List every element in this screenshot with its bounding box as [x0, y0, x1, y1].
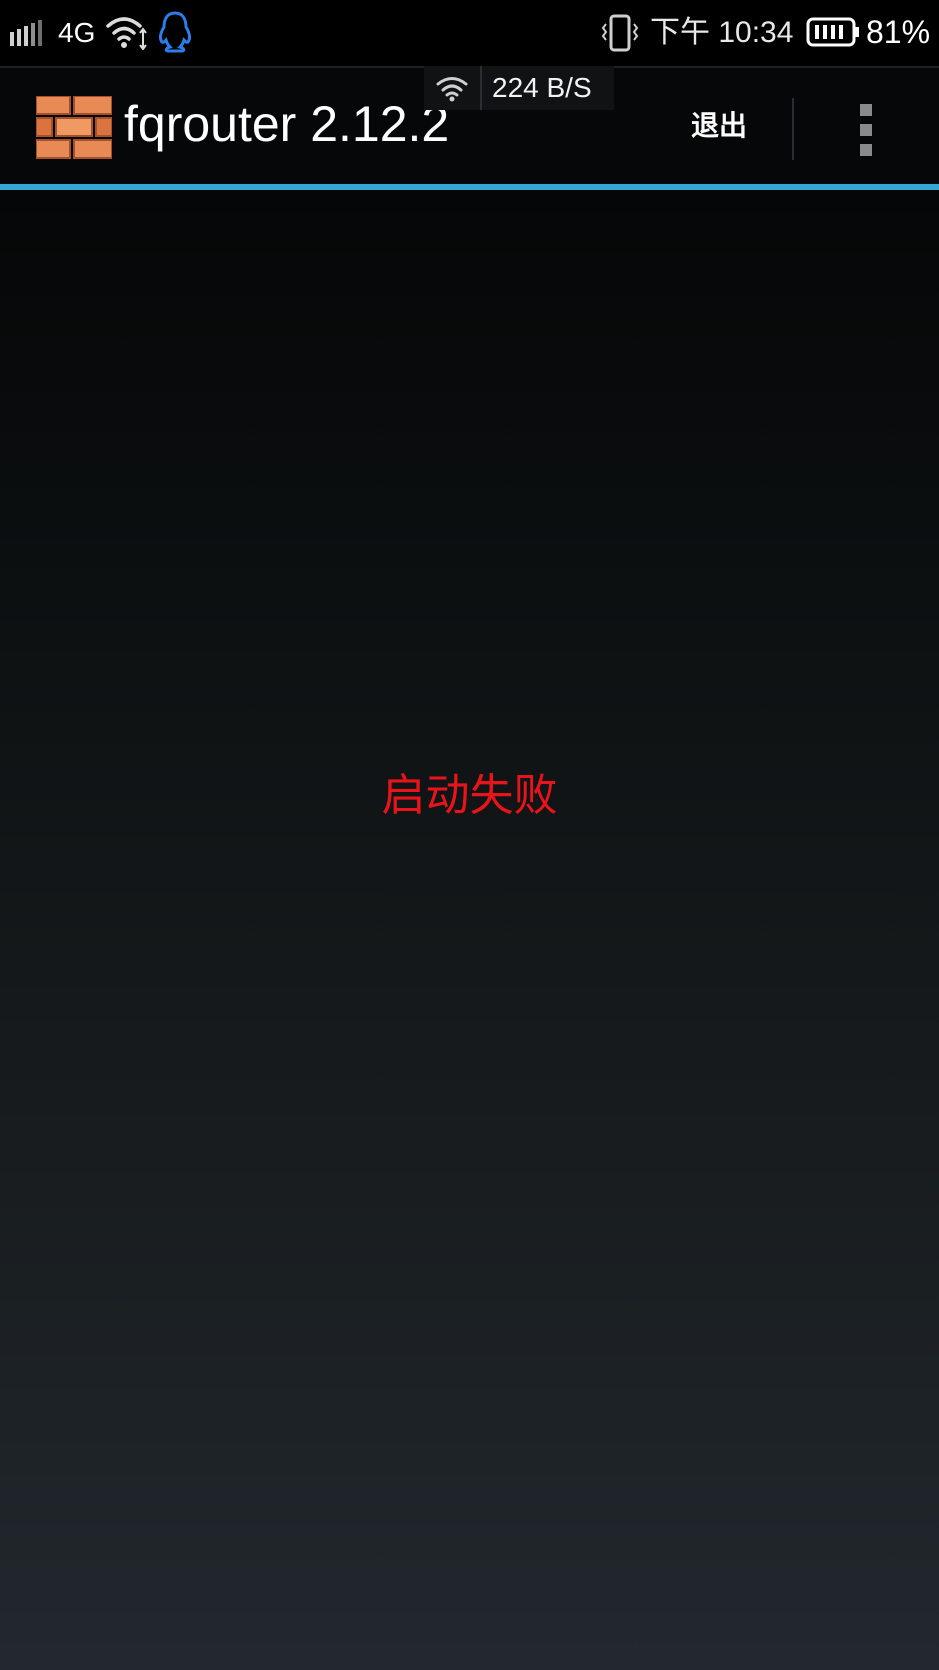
status-bar: 4G 下午 10:34 81% [0, 0, 939, 66]
exit-button[interactable]: 退出 [666, 90, 772, 162]
phone-screen: 4G 下午 10:34 81% fqrouter 2.12.2 退出 224 B… [0, 0, 939, 1670]
battery-icon [806, 17, 859, 47]
net-speed-label: 224 B/S [492, 72, 592, 103]
net-speed-overlay: 224 B/S [424, 66, 614, 110]
overflow-menu-button[interactable] [836, 94, 896, 166]
vibrate-icon [601, 14, 639, 52]
signal-icon [10, 20, 42, 46]
brick-wall-icon [36, 96, 112, 159]
wifi-icon [106, 17, 147, 50]
clock: 下午 10:34 [650, 16, 794, 49]
overflow-menu-icon [860, 124, 872, 136]
action-bar-divider [792, 98, 794, 160]
main-content: 启动失败 [0, 190, 939, 1670]
wifi-icon [436, 77, 468, 102]
overflow-menu-icon [860, 104, 872, 116]
network-type-label: 4G [58, 17, 96, 48]
qq-icon [159, 11, 191, 53]
overflow-menu-icon [860, 144, 872, 156]
startup-status-message: 启动失败 [381, 771, 558, 820]
net-overlay-divider [480, 66, 482, 110]
app-title: fqrouter 2.12.2 [124, 96, 450, 152]
battery-percent: 81% [866, 14, 931, 50]
